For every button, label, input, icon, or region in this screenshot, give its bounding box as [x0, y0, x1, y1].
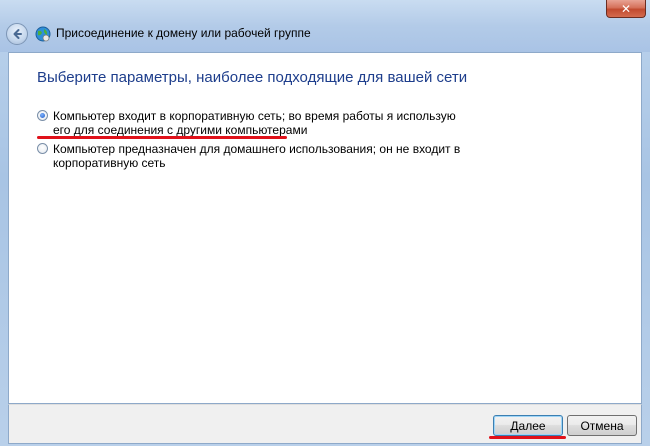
cancel-button[interactable]: Отмена [567, 415, 637, 436]
window-frame: ✕ Присоединение к домену или рабочей гру… [0, 0, 650, 446]
back-button[interactable] [6, 23, 28, 45]
radio-corporate-network[interactable] [37, 110, 48, 121]
button-bar: Далее Отмена [8, 404, 642, 444]
next-button[interactable]: Далее [493, 415, 563, 436]
window-title: Присоединение к домену или рабочей групп… [56, 26, 311, 40]
back-arrow-icon [13, 29, 22, 39]
cancel-button-label: Отмена [580, 418, 624, 433]
option-corporate-network[interactable]: Компьютер входит в корпоративную сеть; в… [37, 109, 473, 137]
close-icon: ✕ [620, 1, 632, 16]
close-button[interactable]: ✕ [606, 0, 646, 18]
radio-home-use[interactable] [37, 143, 48, 154]
option-home-use[interactable]: Компьютер предназначен для домашнего исп… [37, 142, 473, 170]
title-bar: ✕ Присоединение к домену или рабочей гру… [0, 0, 650, 52]
option-corporate-network-label: Компьютер входит в корпоративную сеть; в… [53, 109, 456, 137]
highlight-underline-next [489, 436, 566, 439]
option-home-use-label: Компьютер предназначен для домашнего исп… [53, 142, 461, 170]
page-heading: Выберите параметры, наиболее подходящие … [37, 69, 468, 86]
next-button-label: Далее [510, 418, 546, 433]
content-area: Выберите параметры, наиболее подходящие … [8, 52, 642, 404]
network-globe-icon [35, 26, 51, 42]
highlight-underline-option [37, 136, 287, 139]
